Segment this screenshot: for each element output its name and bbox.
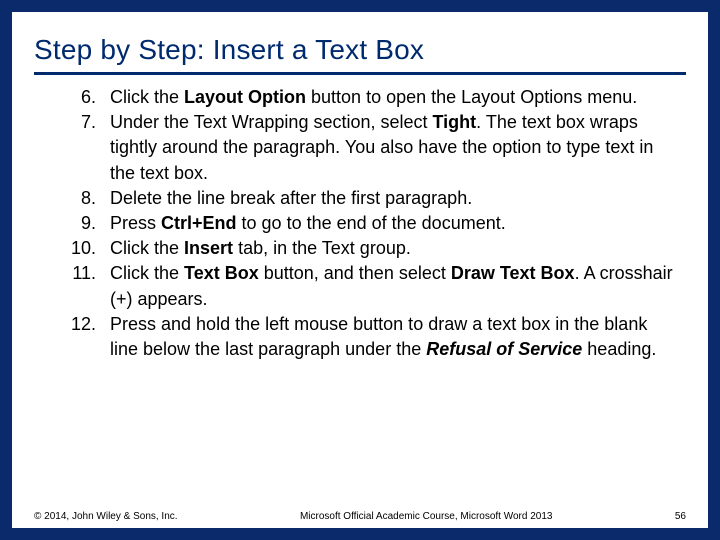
title-rule [34,72,686,75]
step-number: 12. [34,312,110,337]
footer: © 2014, John Wiley & Sons, Inc. Microsof… [34,511,686,522]
list-item: 11.Click the Text Box button, and then s… [34,261,686,311]
slide: Step by Step: Insert a Text Box 6.Click … [12,12,708,528]
step-text: Click the Layout Option button to open t… [110,85,686,110]
page-title: Step by Step: Insert a Text Box [34,34,686,66]
step-number: 7. [34,110,110,135]
step-text: Under the Text Wrapping section, select … [110,110,686,186]
step-text: Click the Text Box button, and then sele… [110,261,686,311]
list-item: 12.Press and hold the left mouse button … [34,312,686,362]
step-number: 10. [34,236,110,261]
list-item: 10.Click the Insert tab, in the Text gro… [34,236,686,261]
step-list: 6.Click the Layout Option button to open… [34,85,686,362]
step-text: Press Ctrl+End to go to the end of the d… [110,211,686,236]
step-number: 11. [34,261,110,286]
list-item: 7.Under the Text Wrapping section, selec… [34,110,686,186]
step-number: 9. [34,211,110,236]
step-text: Click the Insert tab, in the Text group. [110,236,686,261]
list-item: 9.Press Ctrl+End to go to the end of the… [34,211,686,236]
step-text: Delete the line break after the first pa… [110,186,686,211]
footer-copyright: © 2014, John Wiley & Sons, Inc. [34,511,178,522]
list-item: 6.Click the Layout Option button to open… [34,85,686,110]
step-number: 6. [34,85,110,110]
list-item: 8.Delete the line break after the first … [34,186,686,211]
step-text: Press and hold the left mouse button to … [110,312,686,362]
footer-course: Microsoft Official Academic Course, Micr… [178,511,675,522]
footer-page-number: 56 [675,511,686,522]
step-number: 8. [34,186,110,211]
